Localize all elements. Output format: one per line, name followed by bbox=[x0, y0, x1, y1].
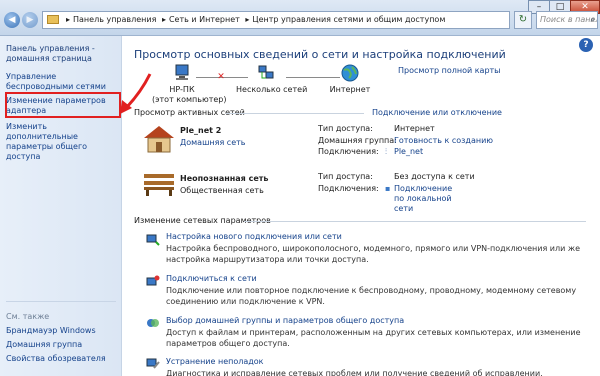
forward-button[interactable]: ▶ bbox=[22, 12, 38, 28]
link-connect-disconnect[interactable]: Подключение или отключение bbox=[372, 108, 502, 117]
link-connection-wifi[interactable]: Ple_net bbox=[394, 147, 423, 157]
network-type-text: Общественная сеть bbox=[180, 186, 264, 195]
access-type-label: Тип доступа: bbox=[318, 172, 373, 181]
search-icon[interactable]: ⌕ bbox=[591, 12, 595, 28]
link-control-panel-home[interactable]: Панель управления - домашняя страница bbox=[6, 44, 118, 64]
connections-label: Подключения: bbox=[318, 184, 379, 193]
map-node-label: Несколько сетей bbox=[236, 85, 308, 94]
help-icon[interactable]: ? bbox=[579, 38, 593, 52]
map-node-internet[interactable]: Интернет bbox=[320, 64, 380, 95]
breadcrumb-network-center[interactable]: Центр управления сетями и общим доступом bbox=[252, 15, 445, 24]
map-node-label: Интернет bbox=[329, 85, 371, 94]
address-bar[interactable]: ▸ Панель управления ▸ Сеть и Интернет ▸ Цен… bbox=[42, 11, 510, 29]
link-advanced-sharing[interactable]: Изменить дополнительные параметры общего… bbox=[6, 122, 118, 162]
control-panel-icon bbox=[47, 15, 59, 24]
link-troubleshoot[interactable]: Устранение неполадок bbox=[166, 357, 264, 366]
ethernet-icon: ▪ bbox=[385, 184, 391, 193]
task-description: Доступ к файлам и принтерам, расположенн… bbox=[166, 328, 581, 348]
task-description: Диагностика и исправление сетевых пробле… bbox=[166, 369, 543, 376]
map-node-sublabel: (этот компьютер) bbox=[152, 95, 227, 104]
link-homegroup-sharing[interactable]: Выбор домашней группы и параметров общег… bbox=[166, 316, 404, 325]
divider bbox=[226, 113, 364, 114]
troubleshoot-icon bbox=[146, 358, 160, 369]
see-also-heading: См. также bbox=[6, 312, 50, 321]
breadcrumb-arrow-icon: ▸ bbox=[245, 15, 250, 24]
access-type-label: Тип доступа: bbox=[318, 124, 373, 133]
link-setup-connection[interactable]: Настройка нового подключения или сети bbox=[166, 232, 342, 241]
breadcrumb-arrow-icon: ▸ bbox=[161, 15, 166, 24]
network-icon bbox=[258, 65, 274, 79]
link-manage-wireless[interactable]: Управление беспроводными сетями bbox=[6, 72, 118, 92]
wifi-signal-icon: ⫶ bbox=[385, 147, 387, 156]
back-button[interactable]: ◀ bbox=[4, 12, 20, 28]
refresh-button[interactable]: ↻ bbox=[514, 11, 532, 29]
link-network-type[interactable]: Домашняя сеть bbox=[180, 138, 246, 147]
map-node-networks[interactable]: Несколько сетей bbox=[236, 64, 308, 95]
link-homegroup-status[interactable]: Готовность к созданию bbox=[394, 136, 493, 146]
link-internet-options[interactable]: Свойства обозревателя bbox=[6, 354, 118, 364]
homegroup-label: Домашняя группа: bbox=[318, 136, 397, 145]
access-type-value: Интернет bbox=[394, 124, 435, 133]
left-pane: Панель управления - домашняя страница Уп… bbox=[0, 36, 122, 376]
breadcrumb-network[interactable]: Сеть и Интернет bbox=[169, 15, 240, 24]
connect-network-icon bbox=[146, 275, 160, 286]
search-input[interactable]: Поиск в панели управления ⌕ bbox=[536, 11, 598, 29]
title-bar: – □ ✕ ◀ ▶ ▸ Панель управления ▸ Сеть и Инт… bbox=[0, 0, 600, 36]
link-connection-lan[interactable]: Подключение по локальной сети bbox=[394, 184, 464, 214]
link-homegroup[interactable]: Домашняя группа bbox=[6, 340, 118, 350]
map-node-computer[interactable]: HP-ПК (этот компьютер) bbox=[152, 64, 227, 105]
search-placeholder: Поиск в панели управления bbox=[540, 15, 597, 24]
page-title: Просмотр основных сведений о сети и наст… bbox=[134, 48, 506, 61]
divider bbox=[244, 221, 586, 222]
link-connect-to-network[interactable]: Подключиться к сети bbox=[166, 274, 257, 283]
link-full-map[interactable]: Просмотр полной карты bbox=[398, 66, 501, 75]
task-description: Подключение или повторное подключение к … bbox=[166, 286, 577, 306]
globe-icon bbox=[341, 64, 359, 82]
breadcrumb-arrow-icon: ▸ bbox=[66, 15, 71, 24]
network-name: Неопознанная сеть bbox=[180, 174, 269, 183]
connections-label: Подключения: bbox=[318, 147, 379, 156]
public-network-icon bbox=[144, 174, 174, 196]
link-firewall[interactable]: Брандмауэр Windows bbox=[6, 326, 118, 336]
no-connection-icon: ✕ bbox=[217, 72, 225, 82]
red-highlight-box bbox=[5, 92, 121, 118]
network-name: Ple_net 2 bbox=[180, 126, 222, 135]
home-network-icon bbox=[144, 126, 174, 153]
homegroup-icon bbox=[147, 319, 159, 327]
map-node-label: HP-ПК bbox=[169, 85, 195, 94]
breadcrumb-control-panel[interactable]: Панель управления bbox=[73, 15, 156, 24]
new-connection-icon bbox=[146, 234, 160, 246]
computer-icon bbox=[175, 64, 189, 80]
access-type-value: Без доступа к сети bbox=[394, 172, 475, 181]
task-description: Настройка беспроводного, широкополосного… bbox=[166, 244, 580, 264]
divider bbox=[6, 301, 116, 302]
